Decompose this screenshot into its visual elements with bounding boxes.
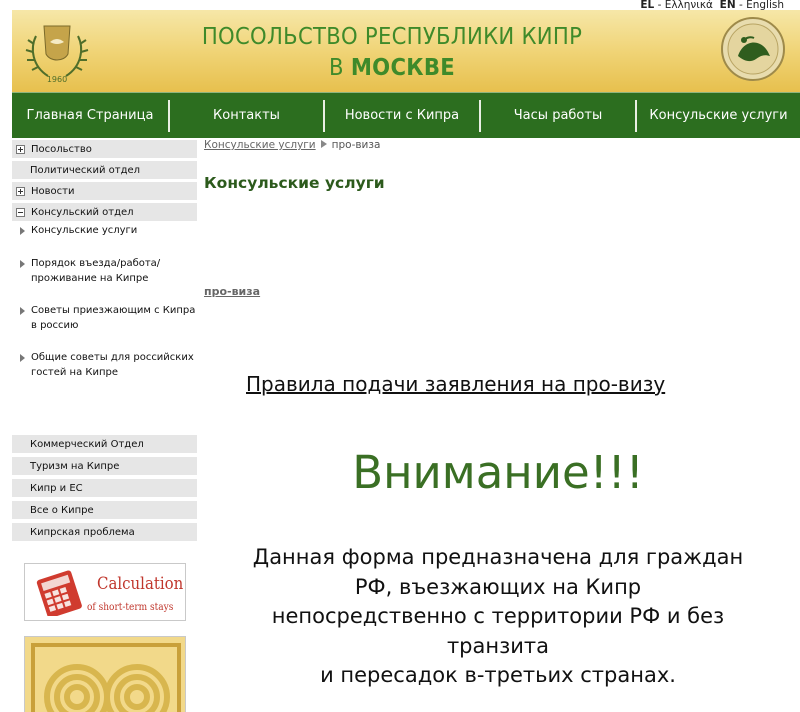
sidebar-item-label: Политический отдел	[30, 164, 141, 176]
sidebar-item-news[interactable]: Новости	[12, 182, 197, 202]
calculator-icon	[36, 570, 82, 616]
nav-contacts[interactable]: Контакты	[170, 93, 323, 138]
sidebar-item-label: Новости	[31, 185, 75, 197]
calculation-banner[interactable]: Calculation of short-term stays	[24, 563, 186, 621]
expand-plus-icon[interactable]	[16, 144, 25, 154]
spiral-ornament-icon	[25, 637, 185, 712]
embassy-title: ПОСОЛЬСТВО РЕСПУБЛИКИ КИПР В МОСКВЕ	[162, 22, 622, 84]
sidebar-item-label: Коммерческий Отдел	[30, 438, 144, 450]
sidebar-item-commercial[interactable]: Коммерческий Отдел	[12, 435, 197, 455]
nav-working-hours[interactable]: Часы работы	[481, 93, 635, 138]
arrow-right-icon	[20, 307, 25, 315]
subitem-advice-arrivals[interactable]: Советы приезжающим с Кипра в россию	[12, 303, 197, 333]
arrow-right-icon	[20, 227, 25, 235]
coin-emblem-icon	[721, 17, 785, 81]
rules-link[interactable]: Правила подачи заявления на про-визу	[246, 372, 665, 396]
svg-text:1960: 1960	[47, 75, 67, 84]
sidebar-item-cyprus-eu[interactable]: Кипр и ЕС	[12, 479, 197, 499]
arrow-right-icon	[20, 260, 25, 268]
nav-cyprus-news[interactable]: Новости с Кипра	[325, 93, 479, 138]
sidebar-item-tourism[interactable]: Туризм на Кипре	[12, 457, 197, 477]
breadcrumb-arrow-icon	[320, 140, 327, 148]
collapse-minus-icon[interactable]	[16, 207, 25, 217]
sidebar-item-embassy[interactable]: Посольство	[12, 140, 197, 160]
header-banner: 1960 ПОСОЛЬСТВО РЕСПУБЛИКИ КИПР В МОСКВЕ	[12, 10, 800, 92]
notice-line: транзита	[446, 633, 550, 658]
main-nav: Главная Страница Контакты Новости с Кипр…	[12, 92, 800, 138]
promo-subtitle: of short-term stays	[87, 602, 174, 613]
subitem-entry-work-residence[interactable]: Порядок въезда/работа/проживание на Кипр…	[12, 256, 197, 286]
ornament-banner[interactable]	[24, 636, 186, 712]
nav-consular-services[interactable]: Консульские услуги	[637, 93, 800, 138]
notice-text: Данная форма предназначена для граждан Р…	[204, 543, 792, 691]
sidebar-item-label: Посольство	[31, 143, 92, 155]
sidebar-item-label: Все о Кипре	[30, 504, 94, 516]
title-line1: ПОСОЛЬСТВО РЕСПУБЛИКИ КИПР	[201, 24, 583, 50]
notice-line: непосредственно с территории РФ и без	[271, 604, 725, 628]
notice-line: РФ, въезжающих на Кипр	[354, 574, 642, 599]
sidebar-item-label: Кипрская проблема	[30, 526, 135, 538]
title-line2-bold: МОСКВЕ	[350, 55, 455, 81]
subitem-general-advice[interactable]: Общие советы для российских гостей на Ки…	[12, 350, 197, 380]
pro-visa-link[interactable]: про-виза	[204, 285, 260, 298]
language-bar: EL - Ελληνικά EN - English	[640, 0, 784, 11]
page-title: Консульские услуги	[204, 174, 385, 192]
breadcrumb-link[interactable]: Консульские услуги	[204, 139, 316, 151]
sidebar-item-label: Туризм на Кипре	[30, 460, 120, 472]
breadcrumb: Консульские услуги про-виза	[204, 139, 380, 151]
title-line2: В МОСКВЕ	[329, 55, 455, 81]
sidebar-item-consular[interactable]: Консульский отдел	[12, 203, 197, 223]
attention-heading: Внимание!!!	[352, 446, 644, 499]
nav-home[interactable]: Главная Страница	[12, 93, 168, 138]
sidebar-item-about-cyprus[interactable]: Все о Кипре	[12, 501, 197, 521]
sidebar-item-label: Кипр и ЕС	[30, 482, 83, 494]
sidebar-item-label: Консульский отдел	[31, 206, 134, 218]
sidebar-item-political[interactable]: Политический отдел	[12, 161, 197, 181]
arrow-right-icon	[20, 354, 25, 362]
subitem-consular-services[interactable]: Консульские услуги	[12, 223, 197, 238]
sidebar-item-cyprus-problem[interactable]: Кипрская проблема	[12, 523, 197, 543]
promo-title: Calculation	[97, 574, 184, 594]
breadcrumb-current: про-виза	[331, 139, 381, 151]
expand-plus-icon[interactable]	[16, 186, 25, 196]
notice-line: Данная форма предназначена для граждан	[252, 545, 744, 569]
coat-of-arms-icon: 1960	[25, 25, 89, 84]
notice-line: и пересадок в-третьих странах.	[320, 663, 676, 687]
